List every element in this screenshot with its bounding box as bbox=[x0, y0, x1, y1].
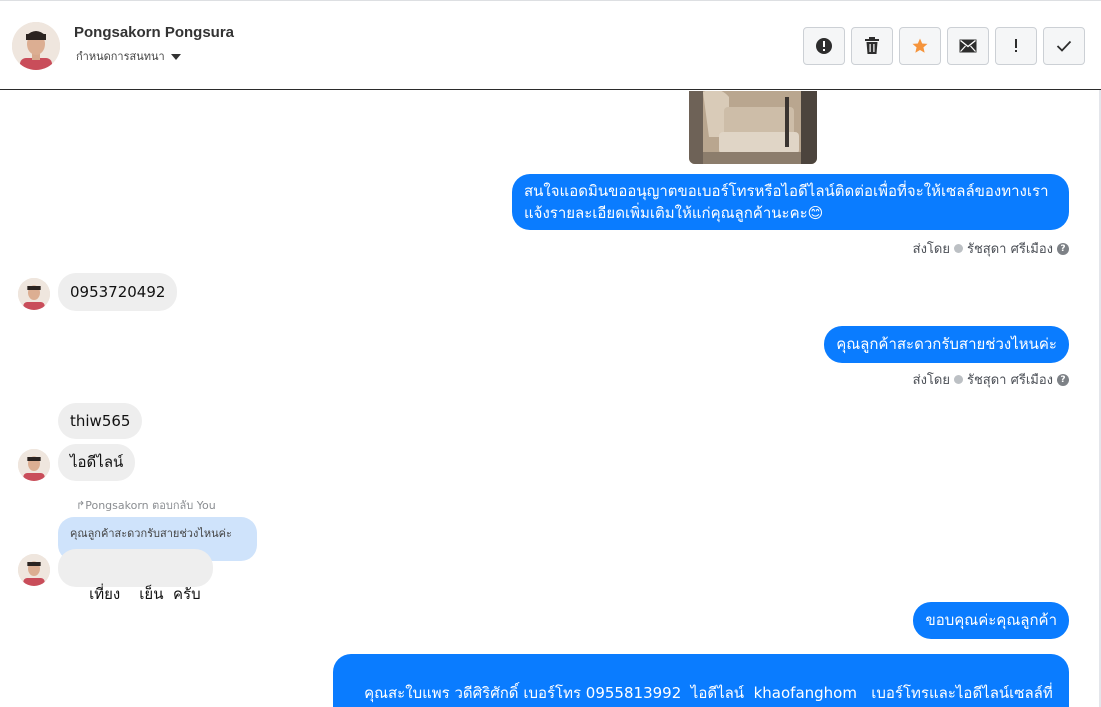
shared-photo[interactable] bbox=[689, 91, 817, 164]
message-text: ขอบคุณค่ะคุณลูกค้า bbox=[925, 611, 1057, 629]
contact-name: Pongsakorn Pongsura bbox=[74, 24, 235, 41]
message-text: 0953720492 bbox=[70, 283, 166, 301]
incoming-message[interactable]: thiw565 bbox=[58, 403, 143, 439]
outgoing-message[interactable]: ขอบคุณค่ะคุณลูกค้า bbox=[913, 602, 1069, 639]
sent-by-meta: ส่งโดย รัชสุดา ศรีเมือง ? bbox=[913, 369, 1069, 390]
agent-name[interactable]: รัชสุดา ศรีเมือง bbox=[967, 238, 1053, 259]
conversation-header: Pongsakorn Pongsura กำหนดการสนทนา bbox=[0, 0, 1101, 90]
check-icon bbox=[1056, 40, 1072, 52]
incoming-message[interactable]: 0953720492 bbox=[58, 273, 178, 311]
caret-down-icon bbox=[170, 53, 181, 60]
message-text: ไอดีไลน์ bbox=[70, 453, 124, 471]
outgoing-message[interactable]: สนใจแอดมินขออนุญาตขอเบอร์โทรหรือไอดีไลน์… bbox=[512, 174, 1069, 230]
outgoing-message[interactable]: คุณลูกค้าสะดวกรับสายช่วงไหนค่ะ bbox=[824, 326, 1069, 363]
envelope-icon bbox=[959, 39, 977, 53]
help-icon[interactable]: ? bbox=[1057, 373, 1069, 386]
done-button[interactable] bbox=[1043, 27, 1085, 65]
message-text: สนใจแอดมินขออนุญาตขอเบอร์โทรหรือไอดีไลน์… bbox=[524, 182, 1049, 222]
star-button[interactable] bbox=[899, 27, 941, 65]
contact-avatar-small[interactable] bbox=[18, 554, 50, 586]
delete-button[interactable] bbox=[851, 27, 893, 65]
incoming-message[interactable]: ไอดีไลน์ bbox=[58, 444, 136, 481]
exclamation-icon bbox=[1015, 39, 1017, 52]
mail-button[interactable] bbox=[947, 27, 989, 65]
incoming-message[interactable]: เที่ยง เย็น ครับ bbox=[58, 549, 213, 603]
message-text: คุณลูกค้าสะดวกรับสายช่วงไหนค่ะ bbox=[836, 335, 1057, 353]
conversation-settings-label: กำหนดการสนทนา bbox=[76, 50, 165, 63]
help-icon[interactable]: ? bbox=[1057, 242, 1069, 255]
message-text: เที่ยง เย็น ครับ bbox=[89, 585, 201, 603]
conversation-toolbar bbox=[803, 27, 1085, 65]
alert-button[interactable] bbox=[803, 27, 845, 65]
agent-status-icon bbox=[953, 244, 963, 253]
outgoing-message[interactable]: คุณสะใบแพร วดีศิริศักดิ์ เบอร์โทร 095581… bbox=[333, 654, 1069, 707]
message-text: thiw565 bbox=[70, 412, 131, 430]
contact-avatar-small[interactable] bbox=[18, 449, 50, 481]
reply-label: ↱Pongsakorn ตอบกลับ You bbox=[76, 499, 216, 512]
sent-by-label: ส่งโดย bbox=[912, 373, 950, 388]
chat-thread: สนใจแอดมินขออนุญาตขอเบอร์โทรหรือไอดีไลน์… bbox=[0, 91, 1101, 707]
agent-status-icon bbox=[953, 375, 963, 384]
quoted-text: คุณลูกค้าสะดวกรับสายช่วงไหนค่ะ bbox=[70, 527, 232, 540]
top-divider bbox=[0, 0, 1101, 1]
sent-by-label: ส่งโดย bbox=[912, 242, 950, 257]
alert-circle-icon bbox=[816, 38, 832, 54]
message-text: คุณสะใบแพร วดีศิริศักดิ์ เบอร์โทร 095581… bbox=[345, 684, 1053, 707]
conversation-settings-dropdown[interactable]: กำหนดการสนทนา bbox=[76, 47, 181, 65]
sent-by-meta: ส่งโดย รัชสุดา ศรีเมือง ? bbox=[913, 238, 1069, 259]
contact-avatar[interactable] bbox=[12, 22, 60, 70]
trash-icon bbox=[865, 37, 879, 54]
agent-name[interactable]: รัชสุดา ศรีเมือง bbox=[967, 369, 1053, 390]
star-icon bbox=[912, 38, 928, 53]
contact-avatar-small[interactable] bbox=[18, 278, 50, 310]
important-button[interactable] bbox=[995, 27, 1037, 65]
